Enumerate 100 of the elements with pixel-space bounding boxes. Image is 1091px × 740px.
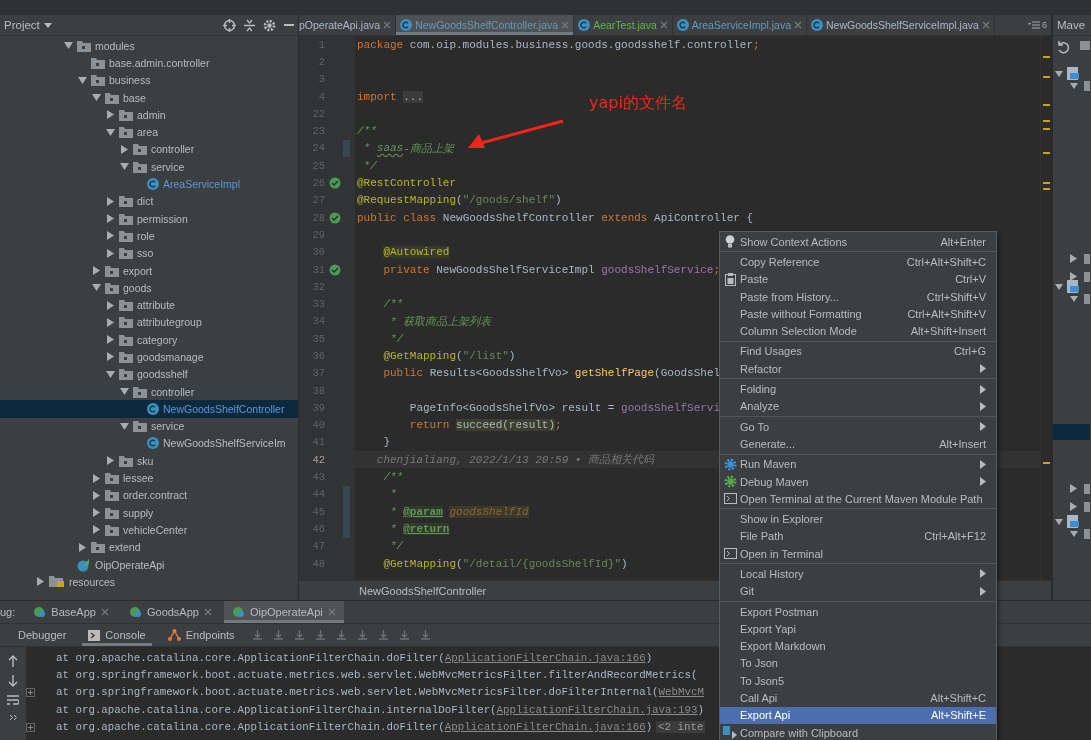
collapse-arrow-icon[interactable] [78,75,87,85]
up-arrow-icon[interactable] [8,655,18,667]
tree-item[interactable]: order.contract [0,486,298,504]
menu-item[interactable]: Folding [720,380,996,398]
tree-item[interactable]: modules [0,37,298,55]
tree-item[interactable]: goods [0,279,298,297]
menu-item[interactable]: Export Markdown [720,637,996,655]
expand-arrow-icon[interactable] [106,196,115,206]
expand-arrow-icon[interactable] [106,456,115,466]
breadcrumb[interactable]: NewGoodsShelfController [359,584,487,597]
menu-item[interactable]: To Json5 [720,672,996,690]
menu-item[interactable]: Go To [720,417,996,436]
expand-arrow-icon[interactable] [92,508,101,518]
menu-item[interactable]: Refactor [720,360,996,378]
menu-item[interactable]: Paste without Formatting Ctrl+Alt+Shift+V [720,305,996,323]
close-icon[interactable] [383,21,392,29]
tree-item[interactable]: sku [0,452,298,470]
tree-item[interactable]: supply [0,504,298,522]
tree-item[interactable]: resources [0,573,298,591]
menu-item[interactable]: Export Api Alt+Shift+E [720,706,996,724]
expand-arrow-icon[interactable] [106,300,115,310]
menu-item[interactable]: Local History [720,565,996,583]
collapse-arrow-icon[interactable] [92,283,101,293]
locate-icon[interactable] [223,18,236,32]
soft-wrap-icon[interactable] [7,695,19,706]
tree-item[interactable]: extend [0,538,298,556]
editor-tab[interactable]: AearTest.java [574,15,673,35]
menu-item[interactable]: Find Usages Ctrl+G [720,342,996,361]
expand-arrow-icon[interactable] [106,110,115,120]
collapse-arrow-icon[interactable] [64,41,73,51]
menu-item[interactable]: Analyze [720,397,996,415]
close-icon[interactable] [100,608,109,616]
tree-item[interactable]: service [0,158,298,176]
change-marker[interactable] [343,139,350,158]
collapse-arrow-icon[interactable] [92,93,101,103]
close-icon[interactable] [981,21,990,29]
collapse-all-icon[interactable] [244,18,255,32]
tree-item[interactable]: vehicleCenter [0,521,298,539]
collapse-arrow-icon[interactable] [120,162,129,172]
menu-item[interactable]: To Json [720,654,996,673]
menu-item[interactable]: Call Api Alt+Shift+C [720,689,996,707]
tree-item[interactable]: controller [0,382,298,401]
menu-item[interactable]: Copy Reference Ctrl+Alt+Shift+C [720,253,996,271]
menu-item[interactable]: Export Postman [720,602,996,621]
tree-item[interactable]: attribute [0,296,298,314]
source-link[interactable]: WebMvcM [658,686,704,699]
project-view-dropdown[interactable]: Project [4,19,52,31]
tree-item[interactable]: category [0,331,298,349]
tree-item[interactable]: area [0,123,298,141]
expand-arrow-icon[interactable] [106,214,115,224]
menu-item[interactable]: Column Selection Mode Alt+Shift+Insert [720,322,996,340]
chevron-icon[interactable] [8,714,18,721]
menu-item[interactable]: Show in Explorer [720,510,996,528]
close-icon[interactable] [794,21,802,29]
tree-item[interactable]: business [0,71,298,89]
tree-item[interactable]: NewGoodsShelfServiceIm [0,434,298,453]
expand-arrow-icon[interactable] [92,266,101,275]
menu-item[interactable]: Git [720,582,996,600]
tree-item[interactable]: role [0,227,298,245]
menu-item[interactable]: Compare with Clipboard [720,724,996,740]
debug-session-tab[interactable]: GoodsApp [120,601,220,623]
expand-arrow-icon[interactable] [106,317,115,327]
check-icon[interactable] [329,211,341,224]
expand-arrow-icon[interactable] [106,248,115,258]
menu-item[interactable]: Open in Terminal [720,545,996,563]
expand-arrow-icon[interactable] [36,577,45,587]
close-icon[interactable] [203,608,212,616]
tree-item[interactable]: NewGoodsShelfController [0,400,298,418]
collapse-arrow-icon[interactable] [106,369,115,379]
menu-item[interactable]: Debug Maven [720,472,996,491]
view-tab[interactable]: Console [82,624,152,646]
source-link[interactable]: ApplicationFilterChain.java:193 [496,703,698,716]
expand-arrow-icon[interactable] [106,352,115,362]
tree-item[interactable]: service [0,417,298,435]
expand-arrow-icon[interactable] [120,144,129,154]
menu-item[interactable]: Run Maven [720,455,996,473]
menu-item[interactable]: Paste Ctrl+V [720,270,996,288]
expand-icon[interactable] [26,722,35,732]
expand-arrow-icon[interactable] [92,490,101,500]
expand-arrow-icon[interactable] [106,231,115,241]
tab-list-button[interactable]: 6 [1024,15,1051,35]
collapse-arrow-icon[interactable] [106,127,115,137]
tree-item[interactable]: dict [0,192,298,210]
debug-session-tab[interactable]: BaseApp [25,601,117,623]
menu-item[interactable]: Generate... Alt+Insert [720,435,996,453]
menu-item[interactable]: Open Terminal at the Current Maven Module Path [720,490,996,508]
source-link[interactable]: ApplicationFilterChain.java:166 [444,721,646,734]
editor-tab[interactable]: NewGoodsShelfServiceImpl.java [807,15,995,35]
tree-item[interactable]: goodsshelf [0,365,298,383]
tree-item[interactable]: goodsmanage [0,348,298,366]
collapse-arrow-icon[interactable] [120,387,129,397]
source-link[interactable]: ApplicationFilterChain.java:166 [444,651,646,664]
menu-item[interactable]: Show Context Actions Alt+Enter [720,233,996,251]
tree-item[interactable]: base [0,88,298,107]
editor-tab[interactable]: AreaServiceImpl.java [672,15,807,35]
expand-arrow-icon[interactable] [92,525,101,535]
change-marker[interactable] [343,520,350,538]
check-icon[interactable] [329,177,341,190]
tree-item[interactable]: permission [0,209,298,228]
debug-session-tab[interactable]: OipOperateApi [223,601,344,623]
